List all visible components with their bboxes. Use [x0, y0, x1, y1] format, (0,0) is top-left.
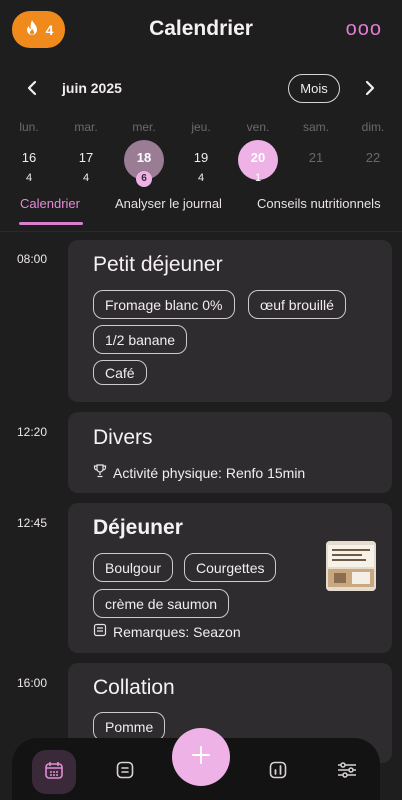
food-chip[interactable]: Boulgour [93, 553, 174, 582]
meal-time: 12:20 [17, 425, 48, 439]
food-chip[interactable]: crème de saumon [93, 589, 230, 618]
day-entry-count-badge: 6 [136, 171, 152, 187]
food-chip[interactable]: Café [93, 360, 147, 385]
meal-time: 16:00 [17, 676, 48, 690]
journal-icon [115, 760, 135, 785]
meal-time: 08:00 [17, 252, 48, 266]
add-entry-button[interactable] [172, 728, 230, 786]
day-of-week: mar. [74, 120, 98, 134]
meal-photo[interactable] [326, 541, 376, 591]
divider [0, 231, 402, 232]
calendar-icon [44, 760, 64, 785]
day-of-week: dim. [361, 120, 385, 134]
meal-title: Petit déjeuner [93, 253, 223, 276]
page-title: Calendrier [149, 17, 253, 40]
day-entry-count: 4 [82, 172, 90, 184]
active-tab-indicator [19, 222, 83, 225]
day-number[interactable]: 19 [181, 150, 221, 165]
meal-title: Collation [93, 676, 175, 699]
day-number[interactable]: 16 [9, 150, 49, 165]
add-icon [190, 744, 212, 771]
food-chip[interactable]: 1/2 banane [93, 325, 188, 354]
tab-calendrier[interactable]: Calendrier [20, 196, 80, 211]
day-entry-count: 1 [254, 172, 262, 184]
food-chip[interactable]: Fromage blanc 0% [93, 290, 235, 319]
month-label: juin 2025 [62, 80, 122, 96]
nav-stats[interactable] [256, 750, 300, 794]
day-entry-count: 4 [197, 172, 205, 184]
day-of-week: jeu. [191, 120, 211, 134]
nav-calendar[interactable] [32, 750, 76, 794]
day-of-week: sam. [302, 120, 329, 134]
activity-note: Activité physique: Renfo 15min [93, 464, 305, 481]
chevron-right-icon[interactable] [360, 76, 380, 100]
tab-analyser-journal[interactable]: Analyser le journal [115, 196, 222, 211]
day-number[interactable]: 18 [124, 150, 164, 165]
day-number[interactable]: 20 [238, 150, 278, 165]
food-chip[interactable]: Courgettes [184, 553, 277, 582]
meal-card-divers[interactable]: Divers Activité physique: Renfo 15min [68, 412, 392, 493]
day-of-week: lun. [19, 120, 39, 134]
trophy-icon [93, 464, 107, 481]
week-strip: lun. mar. mer. jeu. ven. sam. dim. 16 17… [0, 120, 402, 190]
day-number[interactable]: 22 [353, 150, 393, 165]
more-dots-icon[interactable]: ooo [346, 18, 382, 41]
stats-icon [268, 760, 288, 785]
day-number[interactable]: 17 [66, 150, 106, 165]
tab-conseils-nutritionnels[interactable]: Conseils nutritionnels [257, 196, 381, 211]
activity-note-text: Activité physique: Renfo 15min [113, 464, 306, 481]
meal-card-petit-dejeuner[interactable]: Petit déjeuner Fromage blanc 0% œuf brou… [68, 240, 392, 402]
meal-title: Divers [93, 426, 153, 449]
meal-card-dejeuner[interactable]: Déjeuner Boulgour Courgettes crème de sa… [68, 503, 392, 653]
note-icon [93, 623, 107, 640]
day-of-week: ven. [246, 120, 270, 134]
day-entry-count: 4 [25, 172, 33, 184]
view-mode-button[interactable]: Mois [288, 74, 340, 103]
nav-journal[interactable] [103, 750, 147, 794]
remark-note-text: Remarques: Seazon [113, 623, 241, 640]
remark-note: Remarques: Seazon [93, 623, 241, 640]
food-chip[interactable]: œuf brouillé [248, 290, 346, 319]
meal-title: Déjeuner [93, 516, 183, 539]
food-chip[interactable]: Pomme [93, 712, 166, 741]
chevron-left-icon[interactable] [22, 76, 42, 100]
nav-settings[interactable] [325, 750, 369, 794]
day-of-week: mer. [132, 120, 156, 134]
settings-sliders-icon [336, 760, 358, 785]
day-number[interactable]: 21 [296, 150, 336, 165]
meal-time: 12:45 [17, 516, 48, 530]
